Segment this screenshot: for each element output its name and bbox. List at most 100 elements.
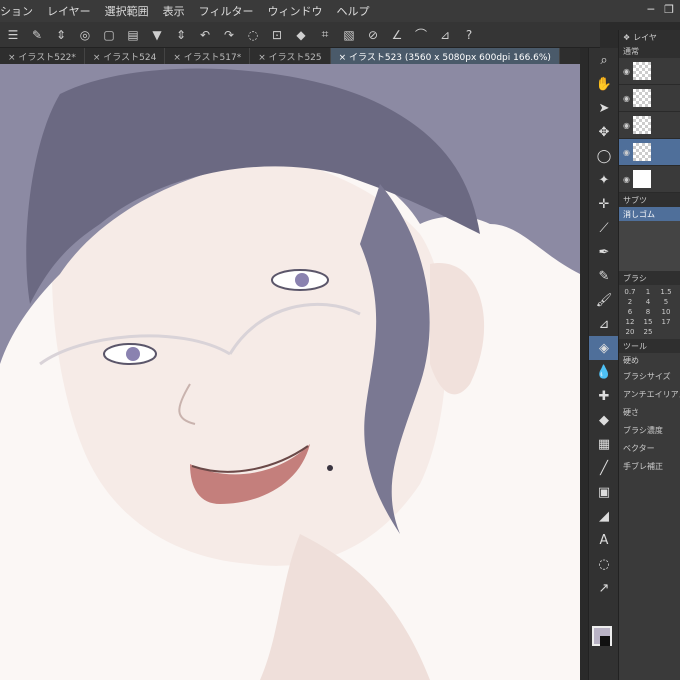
size-option[interactable]: 20 xyxy=(622,328,638,336)
eye-icon[interactable]: ◉ xyxy=(623,67,630,76)
transform-icon[interactable]: ⊡ xyxy=(268,26,286,44)
decoration-icon[interactable]: ✚ xyxy=(589,384,619,408)
correct-line-icon[interactable]: ↗ xyxy=(589,576,619,600)
menu-item[interactable]: ション xyxy=(0,3,33,19)
brush-icon[interactable]: ⌒ xyxy=(412,26,430,44)
open-icon[interactable]: ▤ xyxy=(124,26,142,44)
balloon-icon[interactable]: ◌ xyxy=(589,552,619,576)
eye-icon[interactable]: ◉ xyxy=(623,148,630,157)
size-option[interactable]: 4 xyxy=(640,298,656,306)
frame-icon[interactable]: ▣ xyxy=(589,480,619,504)
help-icon[interactable]: ? xyxy=(460,26,478,44)
airbrush-tool-icon[interactable]: ⊿ xyxy=(589,312,619,336)
hand-icon[interactable]: ✋ xyxy=(589,72,619,96)
document-tab[interactable]: × イラスト524 xyxy=(85,48,166,64)
select-icon[interactable]: ▧ xyxy=(340,26,358,44)
prop-stabilization[interactable]: 手ブレ補正 xyxy=(619,457,680,475)
document-tab[interactable]: × イラスト517* xyxy=(165,48,251,64)
size-option[interactable]: 1 xyxy=(640,288,656,296)
wand-icon[interactable]: ✦ xyxy=(589,168,619,192)
stepper-icon[interactable]: ⇕ xyxy=(52,26,70,44)
eraser-icon[interactable]: ◈ xyxy=(589,336,619,360)
menu-item[interactable]: ヘルプ xyxy=(336,3,369,19)
eyedropper-icon[interactable]: ⟋ xyxy=(589,216,619,240)
prop-antialias[interactable]: アンチエイリアス xyxy=(619,385,680,403)
window-icon[interactable]: ❐ xyxy=(664,3,674,16)
fit-icon[interactable]: ◎ xyxy=(76,26,94,44)
menu-item[interactable]: レイヤー xyxy=(47,3,91,19)
menu-icon[interactable]: ☰ xyxy=(4,26,22,44)
pen-icon[interactable]: ∠ xyxy=(388,26,406,44)
save-icon[interactable]: ▼ xyxy=(148,26,166,44)
document-tab[interactable]: × イラスト525 xyxy=(250,48,331,64)
sub-color-swatch[interactable] xyxy=(600,636,610,646)
menu-item[interactable]: フィルター xyxy=(199,3,254,19)
layer-panel-header: ❖ レイヤ xyxy=(619,30,680,44)
layer-row-active[interactable]: ◉ xyxy=(619,139,680,166)
blend-icon[interactable]: 💧 xyxy=(589,360,619,384)
minimize-icon[interactable]: ─ xyxy=(648,3,655,16)
clear-icon[interactable]: ◌ xyxy=(244,26,262,44)
size-option[interactable]: 0.7 xyxy=(622,288,638,296)
gradient-icon[interactable]: ▦ xyxy=(589,432,619,456)
pen-tool-icon[interactable]: ✒ xyxy=(589,240,619,264)
layer-row[interactable]: ◉ xyxy=(619,58,680,85)
document-tab-active[interactable]: × イラスト523 (3560 x 5080px 600dpi 166.6%) xyxy=(330,48,560,64)
eye-icon[interactable]: ◉ xyxy=(623,175,630,184)
undo-icon[interactable]: ↶ xyxy=(196,26,214,44)
sub-tool-header: サブツ xyxy=(619,193,680,207)
layer-row[interactable]: ◉ xyxy=(619,166,680,193)
new-icon[interactable]: ▢ xyxy=(100,26,118,44)
size-option[interactable]: 15 xyxy=(640,318,656,326)
edit-icon[interactable]: ✎ xyxy=(28,26,46,44)
figure-icon[interactable]: ╱ xyxy=(589,456,619,480)
tool-property-name: 硬め xyxy=(623,355,639,365)
eye-icon[interactable]: ◉ xyxy=(623,121,630,130)
brush-tool-icon[interactable]: 🖌 xyxy=(589,288,619,312)
prop-density[interactable]: ブラシ濃度 xyxy=(619,421,680,439)
brush-size-grid: 0.7 1 1.5 2 4 5 6 8 10 12 15 17 20 25 xyxy=(619,285,680,339)
tool-palette: ⌕ ✋ ➤ ✥ ◯ ✦ ✛ ⟋ ✒ ✎ 🖌 ⊿ ◈ 💧 ✚ ◆ ▦ ╱ ▣ ◢ … xyxy=(588,48,619,680)
lasso-icon[interactable]: ◯ xyxy=(589,144,619,168)
menu-item[interactable]: ウィンドウ xyxy=(267,3,322,19)
ruler-tool-icon[interactable]: ◢ xyxy=(589,504,619,528)
magnifier-icon[interactable]: ⌕ xyxy=(589,48,619,72)
move-icon[interactable]: ✛ xyxy=(589,192,619,216)
text-icon[interactable]: A xyxy=(589,528,619,552)
eye-icon[interactable]: ◉ xyxy=(623,94,630,103)
prop-vector[interactable]: ベクター xyxy=(619,439,680,457)
right-panels: ❖ レイヤ 通常 ◉ ◉ ◉ ◉ ◉ サブツ 消しゴム ブラシ 0.7 1 1.5… xyxy=(618,30,680,680)
menu-item[interactable]: 選択範囲 xyxy=(105,3,149,19)
size-option[interactable]: 5 xyxy=(658,298,674,306)
crop-icon[interactable]: ⌗ xyxy=(316,26,334,44)
layer-row[interactable]: ◉ xyxy=(619,85,680,112)
vertical-scrollbar[interactable] xyxy=(580,48,588,680)
prop-hardness[interactable]: 硬さ xyxy=(619,403,680,421)
airbrush-icon[interactable]: ⊿ xyxy=(436,26,454,44)
stepper-icon[interactable]: ⇕ xyxy=(172,26,190,44)
brush-preview xyxy=(619,221,680,271)
redo-icon[interactable]: ↷ xyxy=(220,26,238,44)
prop-brush-size[interactable]: ブラシサイズ xyxy=(619,367,680,385)
size-option[interactable]: 25 xyxy=(640,328,656,336)
size-option[interactable]: 12 xyxy=(622,318,638,326)
ruler-icon[interactable]: ⊘ xyxy=(364,26,382,44)
blend-mode-select[interactable]: 通常 xyxy=(619,44,680,58)
fill-tool-icon[interactable]: ◆ xyxy=(589,408,619,432)
size-option[interactable]: 8 xyxy=(640,308,656,316)
size-option[interactable]: 10 xyxy=(658,308,674,316)
size-option[interactable]: 17 xyxy=(658,318,674,326)
size-option[interactable]: 2 xyxy=(622,298,638,306)
layer-row[interactable]: ◉ xyxy=(619,112,680,139)
document-tab[interactable]: × イラスト522* xyxy=(0,48,85,64)
move-layer-icon[interactable]: ✥ xyxy=(589,120,619,144)
fill-icon[interactable]: ◆ xyxy=(292,26,310,44)
operation-icon[interactable]: ➤ xyxy=(589,96,619,120)
pencil-icon[interactable]: ✎ xyxy=(589,264,619,288)
drawing-canvas[interactable] xyxy=(0,64,580,680)
size-option[interactable]: 6 xyxy=(622,308,638,316)
layers-icon: ❖ xyxy=(623,32,631,42)
size-option[interactable]: 1.5 xyxy=(658,288,674,296)
sub-tool-eraser[interactable]: 消しゴム xyxy=(619,207,680,221)
menu-item[interactable]: 表示 xyxy=(163,3,185,19)
